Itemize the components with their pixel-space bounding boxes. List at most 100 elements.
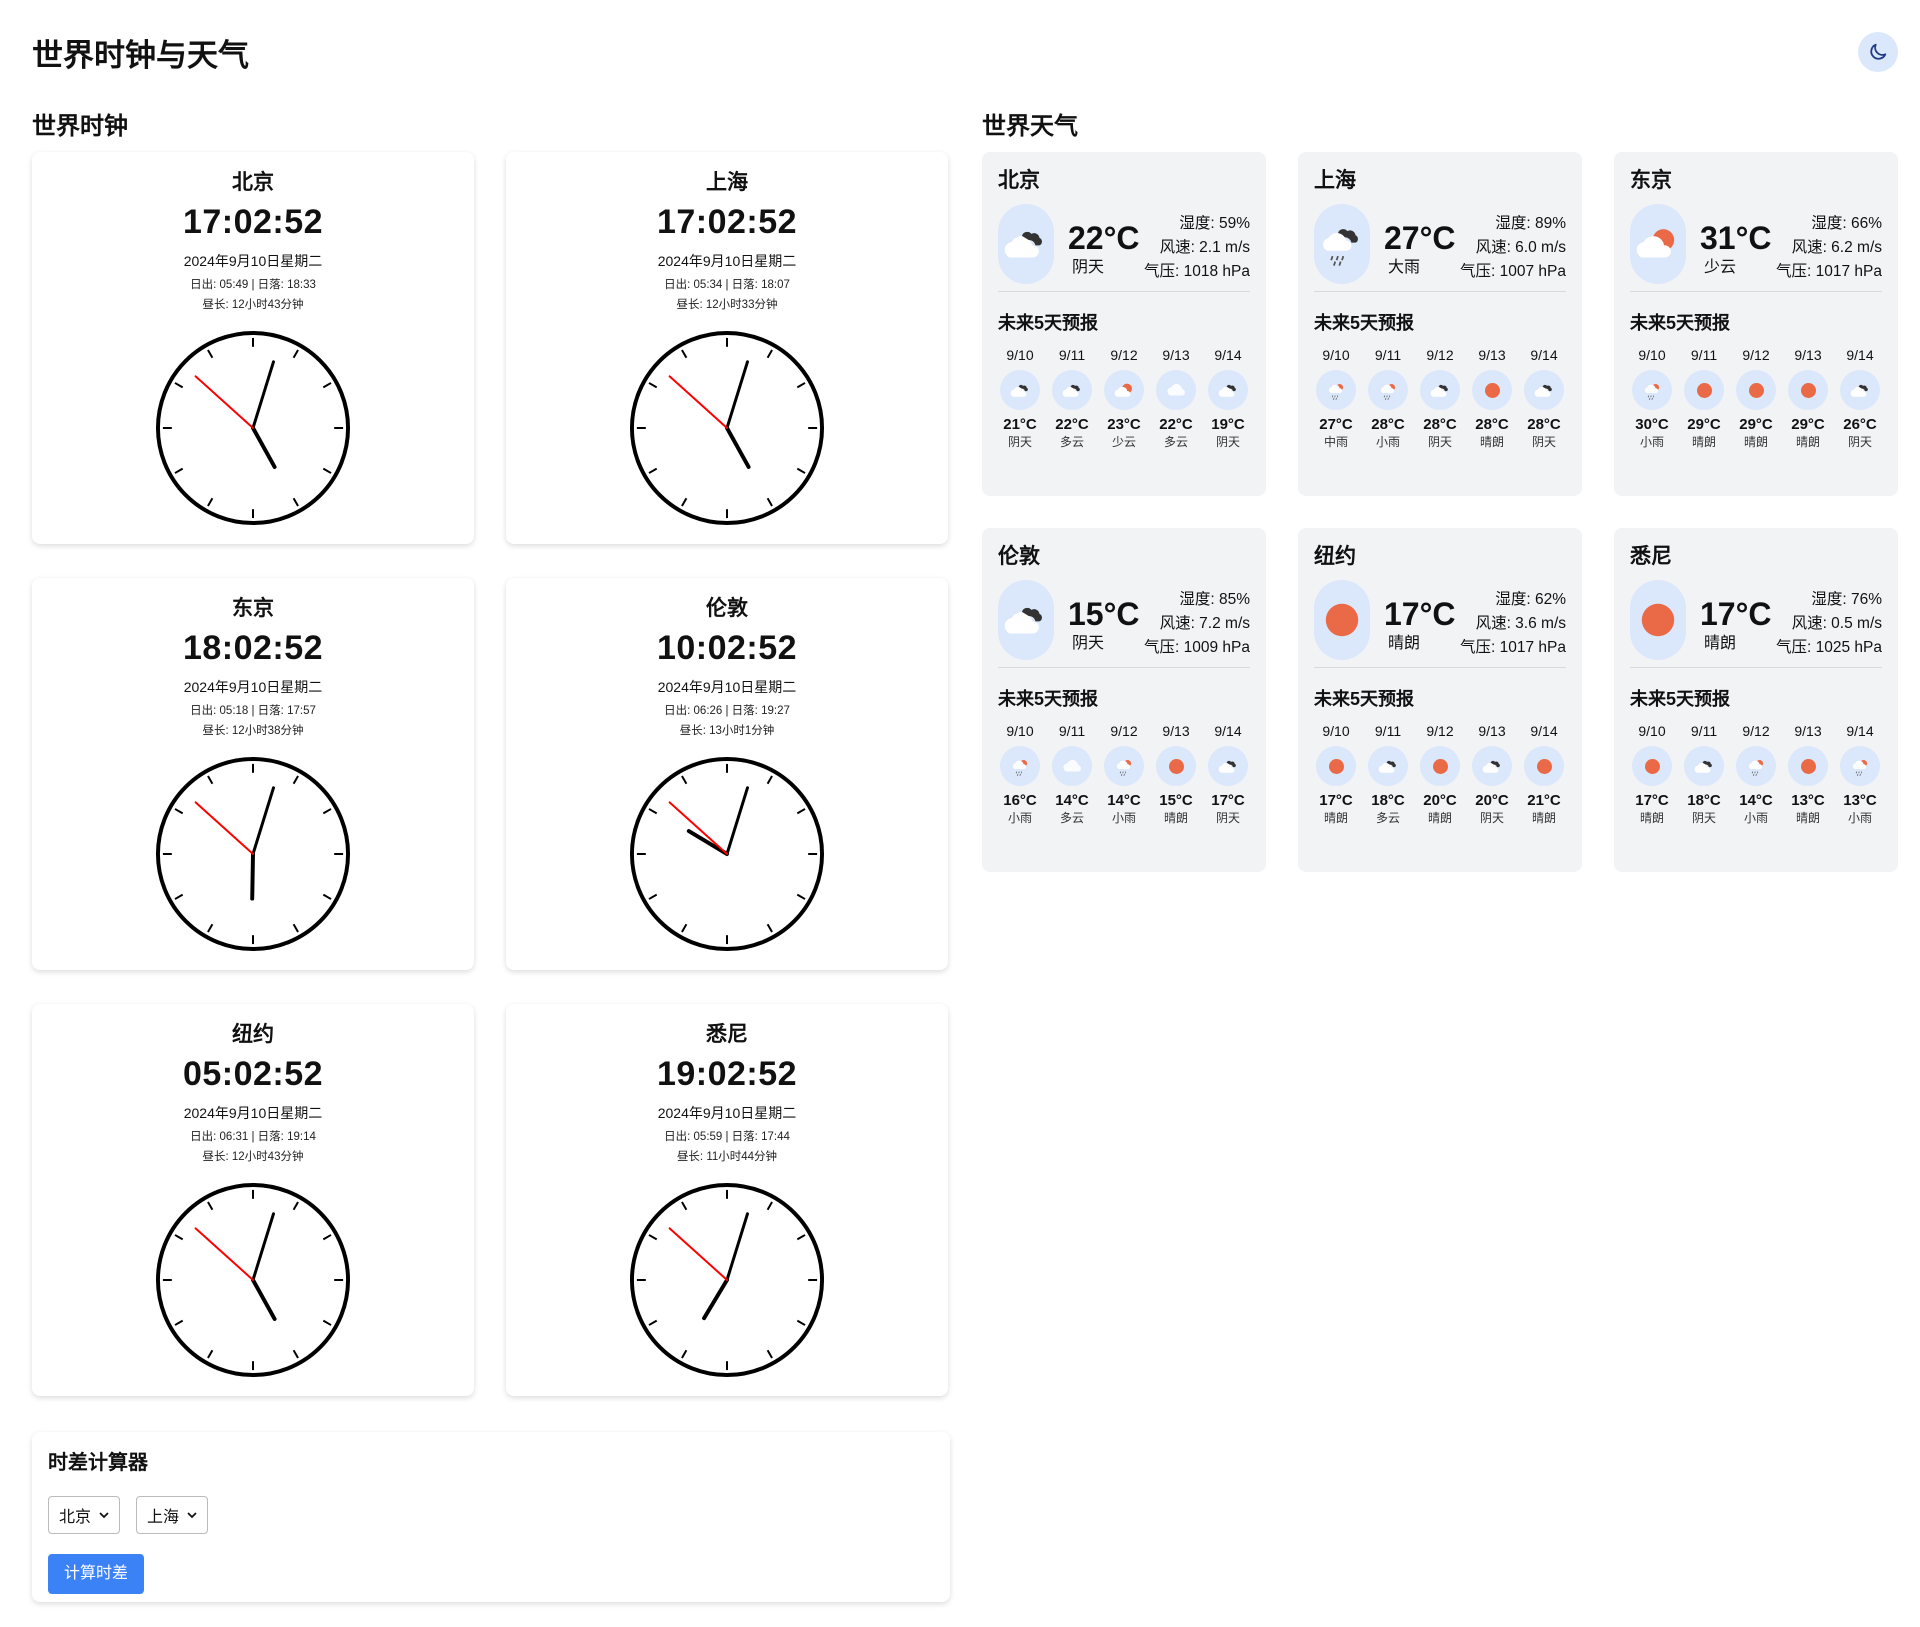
time-diff-calculator: 时差计算器 北京 上海 计算时差: [32, 1432, 950, 1602]
forecast-temp: 17°C: [1635, 792, 1669, 809]
forecast-condition: 多云: [1059, 811, 1084, 825]
forecast-day: 9/11 28°C 小雨: [1366, 346, 1410, 450]
forecast-day: 9/14 26°C 阴天: [1838, 346, 1882, 450]
weather-card: 悉尼 17°C 晴朗 湿度: 76% 风速: 0.5 m/s 气压: 1025 hPa 未来…: [1614, 528, 1898, 872]
weather-city: 纽约: [1314, 545, 1356, 568]
forecast-date: 9/14: [1846, 723, 1874, 739]
theme-toggle-button[interactable]: [1858, 32, 1898, 72]
forecast-title: 未来5天预报: [998, 313, 1099, 333]
clock-sun: 日出: 05:59 | 日落: 17:44: [664, 1131, 790, 1143]
forecast-date: 9/12: [1426, 723, 1454, 739]
forecast-condition: 小雨: [1007, 811, 1032, 825]
forecast-temp: 21°C: [1003, 416, 1037, 433]
to-city-select[interactable]: 上海: [136, 1496, 209, 1534]
forecast-date: 9/13: [1478, 347, 1506, 363]
humidity: 湿度: 62%: [1495, 591, 1566, 608]
forecast-condition: 晴朗: [1639, 811, 1664, 825]
forecast-condition: 晴朗: [1323, 811, 1348, 825]
forecast-temp: 26°C: [1843, 416, 1877, 433]
forecast-day: 9/10 16°C 小雨: [998, 722, 1042, 826]
forecast-row: 9/10 27°C 中雨 9/11 28°C 小雨 9/12 28°C 阴天 9/13 28°C 晴朗…: [1314, 346, 1566, 450]
light-rain-icon: [1840, 746, 1880, 786]
current-condition: 晴朗: [1388, 635, 1421, 652]
analog-clock: [155, 756, 351, 952]
forecast-condition: 阴天: [1691, 811, 1716, 825]
clock-city: 纽约: [232, 1023, 274, 1046]
humidity: 湿度: 85%: [1179, 591, 1250, 608]
clock-time: 17:02:52: [656, 203, 798, 241]
forecast-day: 9/13 28°C 晴朗: [1470, 346, 1514, 450]
weather-card: 伦敦 15°C 阴天 湿度: 85% 风速: 7.2 m/s 气压: 1009 hPa 未来…: [982, 528, 1266, 872]
to-city-value: 上海: [147, 1509, 180, 1526]
forecast-day: 9/14 19°C 阴天: [1206, 346, 1250, 450]
clock-date: 2024年9月10日星期二: [183, 1105, 323, 1121]
forecast-temp: 27°C: [1319, 416, 1353, 433]
clock-sun: 日出: 06:26 | 日落: 19:27: [664, 705, 790, 717]
clock-date: 2024年9月10日星期二: [657, 679, 797, 695]
forecast-temp: 14°C: [1107, 792, 1141, 809]
overcast-icon: [998, 580, 1054, 660]
world-clock-title: 世界时钟: [32, 113, 128, 140]
sun-icon: [1420, 746, 1460, 786]
forecast-day: 9/14 21°C 晴朗: [1522, 722, 1566, 826]
sun-icon: [1684, 370, 1724, 410]
forecast-row: 9/10 21°C 阴天 9/11 22°C 多云 9/12 23°C 少云 9/13 22°C 多云…: [998, 346, 1250, 450]
clock-city: 伦敦: [706, 597, 748, 620]
forecast-day: 9/11 18°C 阴天: [1682, 722, 1726, 826]
forecast-date: 9/13: [1162, 723, 1190, 739]
forecast-date: 9/14: [1530, 723, 1558, 739]
forecast-date: 9/12: [1742, 347, 1770, 363]
clock-daylength: 昼长: 12小时43分钟: [202, 1151, 304, 1163]
forecast-temp: 23°C: [1107, 416, 1141, 433]
forecast-day: 9/10 27°C 中雨: [1314, 346, 1358, 450]
forecast-temp: 30°C: [1635, 416, 1669, 433]
clock-city: 上海: [706, 171, 748, 194]
sun-icon: [1736, 370, 1776, 410]
forecast-condition: 小雨: [1111, 811, 1136, 825]
forecast-temp: 21°C: [1527, 792, 1561, 809]
forecast-title: 未来5天预报: [1630, 313, 1731, 333]
forecast-date: 9/13: [1794, 347, 1822, 363]
clock-daylength: 昼长: 12小时33分钟: [676, 299, 778, 311]
clock-daylength: 昼长: 12小时43分钟: [202, 299, 304, 311]
current-temperature: 17°C: [1384, 596, 1456, 632]
clock-city: 悉尼: [706, 1023, 748, 1046]
overcast-icon: [1208, 370, 1248, 410]
forecast-condition: 阴天: [1215, 435, 1240, 449]
forecast-condition: 晴朗: [1691, 435, 1716, 449]
forecast-date: 9/14: [1214, 723, 1242, 739]
forecast-day: 9/12 14°C 小雨: [1102, 722, 1146, 826]
current-condition: 少云: [1704, 259, 1737, 276]
weather-card: 东京 31°C 少云 湿度: 66% 风速: 6.2 m/s 气压: 1017 hPa 未来…: [1614, 152, 1898, 496]
current-condition: 阴天: [1072, 635, 1105, 652]
forecast-date: 9/14: [1214, 347, 1242, 363]
forecast-date: 9/13: [1478, 723, 1506, 739]
forecast-temp: 20°C: [1475, 792, 1509, 809]
forecast-temp: 18°C: [1687, 792, 1721, 809]
sun-icon: [1788, 746, 1828, 786]
forecast-date: 9/10: [1322, 723, 1350, 739]
forecast-date: 9/11: [1058, 347, 1086, 363]
forecast-temp: 29°C: [1739, 416, 1773, 433]
clock-sun: 日出: 06:31 | 日落: 19:14: [190, 1131, 316, 1143]
clock-sun: 日出: 05:49 | 日落: 18:33: [190, 279, 316, 291]
forecast-date: 9/12: [1110, 723, 1138, 739]
forecast-date: 9/14: [1846, 347, 1874, 363]
clock-card: 上海 17:02:52 2024年9月10日星期二 日出: 05:34 | 日落: 1…: [506, 152, 948, 544]
from-city-select[interactable]: 北京: [48, 1496, 121, 1534]
world-weather-title: 世界天气: [982, 113, 1078, 140]
forecast-condition: 小雨: [1743, 811, 1768, 825]
few-clouds-icon: [1104, 370, 1144, 410]
forecast-title: 未来5天预报: [1314, 689, 1415, 709]
clock-date: 2024年9月10日星期二: [657, 1105, 797, 1121]
current-condition: 大雨: [1388, 259, 1421, 276]
weather-city: 伦敦: [998, 545, 1040, 568]
weather-card: 北京 22°C 阴天 湿度: 59% 风速: 2.1 m/s 气压: 1018 hPa 未来…: [982, 152, 1266, 496]
forecast-date: 9/11: [1374, 723, 1402, 739]
overcast-icon: [998, 204, 1054, 284]
wind-speed: 风速: 3.6 m/s: [1475, 615, 1566, 632]
clock-city: 东京: [232, 597, 274, 620]
wind-speed: 风速: 0.5 m/s: [1791, 615, 1882, 632]
calculate-diff-button[interactable]: 计算时差: [48, 1554, 145, 1594]
forecast-title: 未来5天预报: [1314, 313, 1415, 333]
